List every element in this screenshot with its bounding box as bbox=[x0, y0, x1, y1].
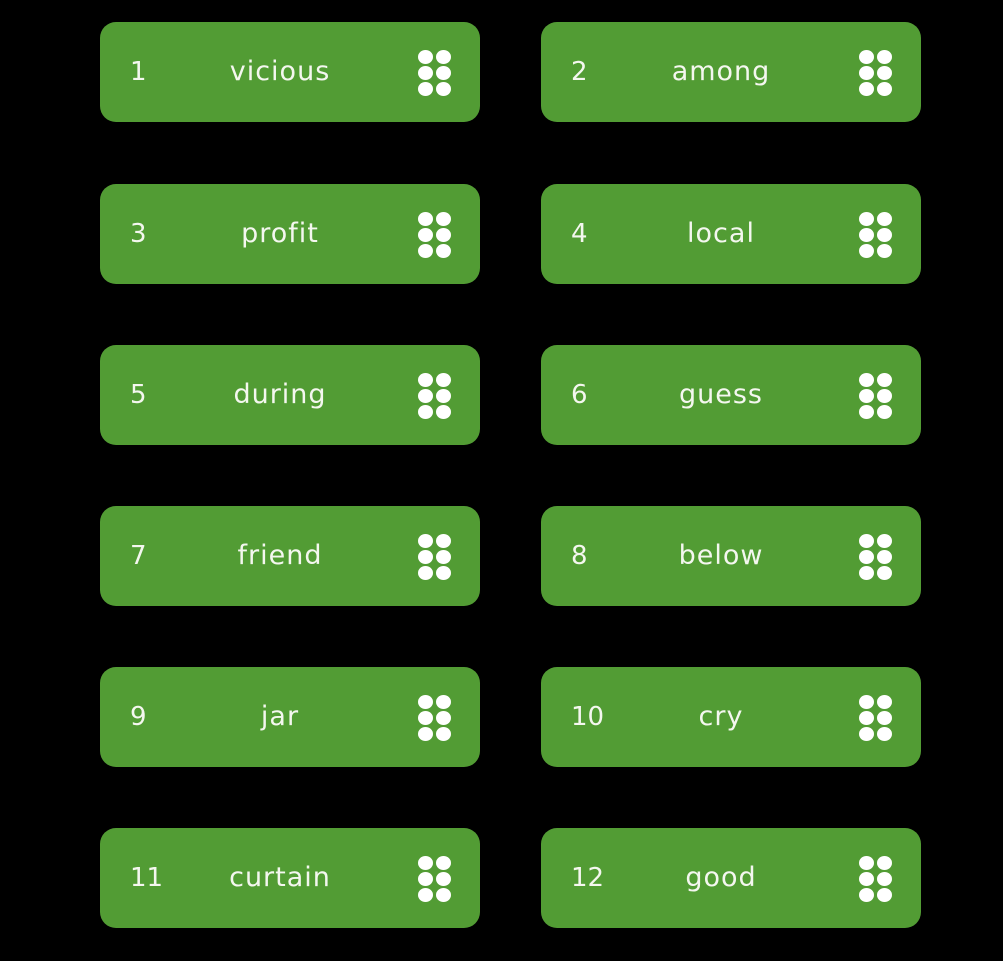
drag-handle-icon[interactable] bbox=[418, 695, 452, 741]
word-card[interactable]: 6 guess bbox=[541, 345, 921, 445]
word-card[interactable]: 4 local bbox=[541, 184, 921, 284]
word-card[interactable]: 10 cry bbox=[541, 667, 921, 767]
word-index: 12 bbox=[571, 863, 605, 893]
drag-handle-icon[interactable] bbox=[859, 856, 893, 902]
word-label: local bbox=[687, 218, 755, 249]
word-index: 9 bbox=[130, 702, 147, 732]
word-card[interactable]: 11 curtain bbox=[100, 828, 480, 928]
drag-handle-icon[interactable] bbox=[418, 373, 452, 419]
word-index: 7 bbox=[130, 541, 147, 571]
word-label: jar bbox=[260, 701, 300, 732]
word-label: among bbox=[671, 56, 771, 87]
drag-handle-icon[interactable] bbox=[859, 212, 893, 258]
word-label: vicious bbox=[229, 56, 331, 87]
word-index: 10 bbox=[571, 702, 605, 732]
drag-handle-icon[interactable] bbox=[859, 695, 893, 741]
word-label: profit bbox=[241, 218, 319, 249]
word-label: during bbox=[233, 379, 327, 410]
drag-handle-icon[interactable] bbox=[418, 212, 452, 258]
word-card[interactable]: 12 good bbox=[541, 828, 921, 928]
word-card[interactable]: 9 jar bbox=[100, 667, 480, 767]
word-index: 11 bbox=[130, 863, 164, 893]
drag-handle-icon[interactable] bbox=[418, 856, 452, 902]
word-index: 1 bbox=[130, 57, 147, 87]
word-index: 5 bbox=[130, 380, 147, 410]
drag-handle-icon[interactable] bbox=[418, 534, 452, 580]
word-label: below bbox=[678, 540, 764, 571]
word-card[interactable]: 8 below bbox=[541, 506, 921, 606]
word-index: 8 bbox=[571, 541, 588, 571]
word-card[interactable]: 5 during bbox=[100, 345, 480, 445]
word-label: cry bbox=[698, 701, 744, 732]
drag-handle-icon[interactable] bbox=[418, 50, 452, 96]
word-index: 6 bbox=[571, 380, 588, 410]
word-card[interactable]: 2 among bbox=[541, 22, 921, 122]
word-index: 2 bbox=[571, 57, 588, 87]
word-index: 4 bbox=[571, 219, 588, 249]
word-label: good bbox=[685, 862, 757, 893]
word-card[interactable]: 3 profit bbox=[100, 184, 480, 284]
word-index: 3 bbox=[130, 219, 147, 249]
word-label: curtain bbox=[229, 862, 331, 893]
drag-handle-icon[interactable] bbox=[859, 373, 893, 419]
word-label: friend bbox=[237, 540, 323, 571]
drag-handle-icon[interactable] bbox=[859, 534, 893, 580]
word-card[interactable]: 7 friend bbox=[100, 506, 480, 606]
drag-handle-icon[interactable] bbox=[859, 50, 893, 96]
word-label: guess bbox=[679, 379, 763, 410]
word-card[interactable]: 1 vicious bbox=[100, 22, 480, 122]
